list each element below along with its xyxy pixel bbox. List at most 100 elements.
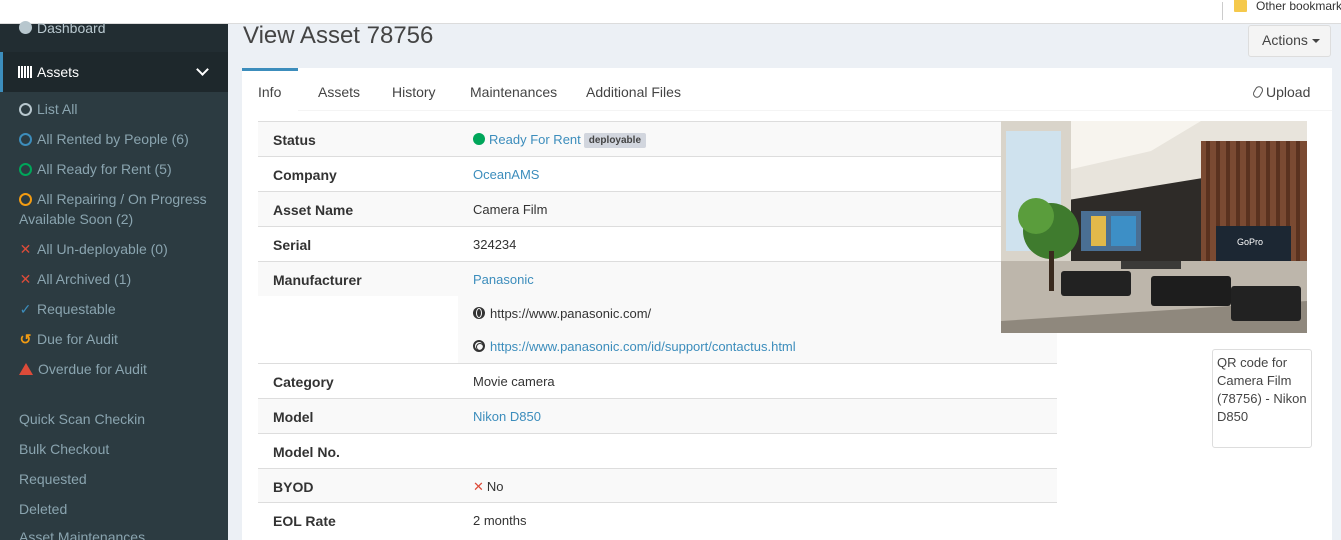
tab-maintenances[interactable]: Maintenances <box>470 68 557 111</box>
circle-icon <box>19 103 32 116</box>
x-icon: ✕ <box>19 241 32 257</box>
model-value: Nikon D850 <box>473 409 541 424</box>
sidebar-item-undeployable[interactable]: ✕ All Un-deployable (0) <box>19 239 168 259</box>
sidebar-item-label: All Ready for Rent (5) <box>37 161 172 177</box>
sidebar-item-bulk-checkout[interactable]: Bulk Checkout <box>19 441 109 457</box>
paperclip-icon <box>1251 84 1265 100</box>
x-icon: ✕ <box>473 479 484 494</box>
sidebar-item-maintenances[interactable]: Asset Maintenances <box>19 529 145 540</box>
status-link[interactable]: Ready For Rent <box>489 132 581 147</box>
actions-button[interactable]: Actions <box>1248 25 1331 57</box>
model-key: Model <box>273 409 314 425</box>
tab-history[interactable]: History <box>392 68 436 111</box>
page-title: View Asset 78756 <box>243 22 434 49</box>
upload-label: Upload <box>1266 84 1311 100</box>
other-bookmarks-link[interactable]: Other bookmarks <box>1256 0 1341 13</box>
tab-bar: Info Assets History Maintenances Additio… <box>242 68 1332 111</box>
warning-icon <box>19 363 33 375</box>
asset-box: Info Assets History Maintenances Additio… <box>242 68 1332 540</box>
sidebar-item-deleted[interactable]: Deleted <box>19 501 67 517</box>
eol-key: EOL Rate <box>273 513 336 529</box>
status-value: Ready For Rent deployable <box>473 132 647 148</box>
table-row: BYOD ✕ No <box>258 468 1057 502</box>
company-value: OceanAMS <box>473 167 539 182</box>
sidebar-item-requested[interactable]: Requested <box>19 471 87 487</box>
sidebar-item-overdue-audit[interactable]: Overdue for Audit <box>19 359 147 379</box>
asset-photo-image: GoPro <box>1001 121 1307 333</box>
table-row: Serial 324234 <box>258 226 1057 261</box>
barcode-icon <box>18 65 33 78</box>
bookmark-separator <box>1222 2 1223 20</box>
table-row: Model Nikon D850 <box>258 398 1057 433</box>
chevron-down-icon[interactable] <box>196 63 209 76</box>
sidebar-item-label: Requestable <box>37 301 116 317</box>
x-icon: ✕ <box>19 271 32 287</box>
assets-submenu: List All All Rented by People (6) All Re… <box>0 92 228 540</box>
sidebar-item-due-audit[interactable]: ↺ Due for Audit <box>19 329 118 349</box>
qr-code-image: QR code for Camera Film (78756) - Nikon … <box>1212 349 1312 448</box>
category-key: Category <box>273 374 334 390</box>
table-row: Model No. <box>258 433 1057 468</box>
category-value: Movie camera <box>473 374 555 389</box>
sidebar-item-label: Due for Audit <box>37 331 118 347</box>
status-dot-icon <box>473 133 485 145</box>
dashboard-icon <box>19 21 32 34</box>
sidebar-item-dashboard[interactable]: Dashboard <box>19 20 106 36</box>
sidebar-item-label: Assets <box>37 64 80 80</box>
asset-name-value: Camera Film <box>473 202 548 217</box>
model-link[interactable]: Nikon D850 <box>473 409 541 424</box>
sidebar-item-label: Dashboard <box>37 20 106 36</box>
sidebar-item-repairing[interactable]: All Repairing / On Progress Available So… <box>19 189 207 229</box>
sidebar-item-rented[interactable]: All Rented by People (6) <box>19 129 189 149</box>
bookmark-bar: Other bookmarks <box>0 0 1341 24</box>
circle-blue-icon <box>19 133 32 146</box>
status-badge: deployable <box>583 133 647 148</box>
manufacturer-value: Panasonic <box>473 272 534 287</box>
manufacturer-link[interactable]: Panasonic <box>473 272 534 287</box>
table-row: Manufacturer Panasonic https://www.panas… <box>258 261 1057 364</box>
sidebar-item-assets[interactable]: Assets <box>0 52 228 92</box>
manufacturer-support: https://www.panasonic.com/id/support/con… <box>473 339 796 354</box>
sidebar-item-label-line2: Available Soon (2) <box>19 211 134 227</box>
table-row: Category Movie camera <box>258 363 1057 398</box>
company-link[interactable]: OceanAMS <box>473 167 539 182</box>
manufacturer-support-link[interactable]: https://www.panasonic.com/id/support/con… <box>490 339 796 354</box>
manufacturer-url-link[interactable]: https://www.panasonic.com/ <box>490 306 651 321</box>
sidebar-item-archived[interactable]: ✕ All Archived (1) <box>19 269 132 289</box>
byod-key: BYOD <box>273 479 314 495</box>
sidebar-item-label: List All <box>37 101 78 117</box>
actions-label: Actions <box>1262 32 1308 48</box>
sidebar-item-requestable[interactable]: ✓ Requestable <box>19 299 116 319</box>
sidebar-item-ready[interactable]: All Ready for Rent (5) <box>19 159 172 179</box>
tab-additional-files[interactable]: Additional Files <box>586 68 681 111</box>
asset-photo[interactable]: GoPro <box>1001 121 1307 333</box>
eol-value: 2 months <box>473 513 527 528</box>
table-row: Status Ready For Rent deployable <box>258 121 1057 156</box>
byod-text: No <box>486 479 504 494</box>
check-icon: ✓ <box>19 301 32 317</box>
circle-orange-icon <box>19 193 32 206</box>
model-no-key: Model No. <box>273 444 340 460</box>
manufacturer-key: Manufacturer <box>273 272 362 288</box>
caret-down-icon <box>1311 39 1320 43</box>
byod-value: ✕ No <box>473 479 504 495</box>
upload-button[interactable]: Upload <box>1251 84 1311 100</box>
sidebar-item-label: All Rented by People (6) <box>37 131 189 147</box>
qr-alt-text: QR code for Camera Film (78756) - Nikon … <box>1217 355 1307 424</box>
tab-assets[interactable]: Assets <box>318 68 360 111</box>
serial-value: 324234 <box>473 237 517 252</box>
circle-green-icon <box>19 163 32 176</box>
company-key: Company <box>273 167 337 183</box>
main-content: View Asset 78756 Actions Info Assets His… <box>228 22 1341 540</box>
sidebar-item-list-all[interactable]: List All <box>19 99 77 119</box>
folder-icon <box>1234 0 1247 12</box>
history-icon: ↺ <box>19 331 32 347</box>
sidebar-item-quick-scan[interactable]: Quick Scan Checkin <box>19 411 145 427</box>
serial-key: Serial <box>273 237 312 253</box>
table-row: Company OceanAMS <box>258 156 1057 191</box>
sidebar-item-label: Overdue for Audit <box>38 361 147 377</box>
sidebar: Dashboard Assets List All All Rented by … <box>0 20 228 540</box>
support-icon <box>473 340 485 352</box>
table-row: EOL Rate 2 months <box>258 502 1057 537</box>
tab-info[interactable]: Info <box>242 68 298 111</box>
